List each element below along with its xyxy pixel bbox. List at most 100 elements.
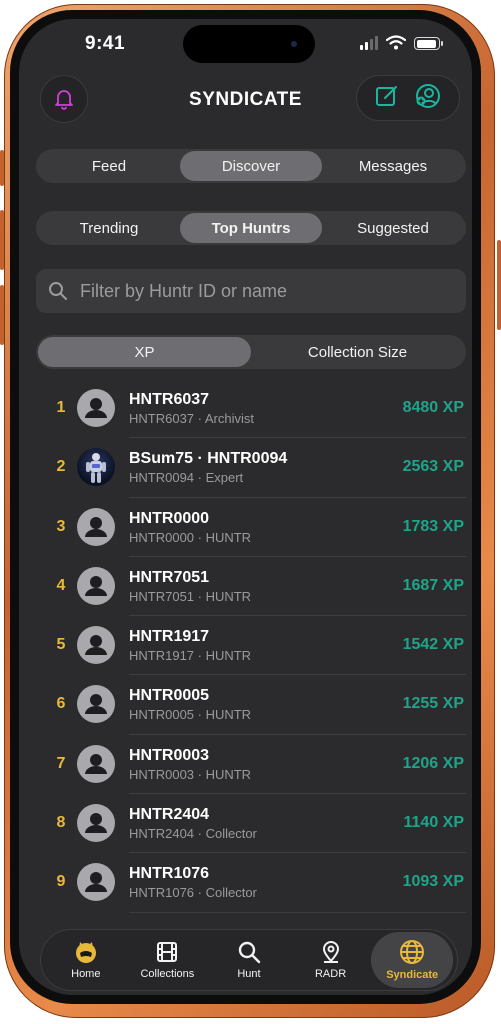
- status-icons: [360, 35, 443, 50]
- tab-collections[interactable]: Collections: [127, 932, 209, 988]
- leaderboard-row[interactable]: 5 HNTR1917 HNTR1917 · HUNTR 1542 XP: [19, 616, 472, 676]
- avatar[interactable]: [77, 804, 115, 843]
- leaderboard-row[interactable]: 2 BSum75 · HNTR0094 HNTR0094 · Expert 2563 …: [19, 438, 472, 498]
- tab-home[interactable]: Home: [45, 932, 127, 988]
- side-button-volume-down: [0, 285, 4, 345]
- huntr-name: HNTR0003: [129, 746, 210, 764]
- leaderboard-row[interactable]: 6 HNTR0005 HNTR0005 · HUNTR 1255 XP: [19, 675, 472, 736]
- avatar[interactable]: [77, 863, 115, 902]
- location-pin-icon: [322, 941, 339, 963]
- primary-tabs: Feed Discover Messages: [36, 149, 466, 183]
- tab-radr-label: RADR: [314, 968, 347, 980]
- avatar[interactable]: [77, 685, 115, 724]
- huntr-name: HNTR1076: [129, 865, 210, 883]
- rank-number: 5: [56, 636, 66, 654]
- huntr-name: HNTR7051: [129, 568, 210, 586]
- sort-xp[interactable]: XP: [38, 337, 251, 367]
- search-icon: [238, 941, 261, 964]
- avatar[interactable]: [77, 566, 115, 605]
- rank-number: 9: [56, 873, 66, 891]
- status-time: 9:41: [85, 33, 126, 54]
- side-button-action: [0, 150, 4, 186]
- huntr-name: HNTR1917: [129, 628, 210, 646]
- battery-icon: [414, 37, 443, 50]
- tab-syndicate[interactable]: Syndicate: [371, 932, 453, 988]
- xp-value: 1542 XP: [402, 636, 464, 654]
- xp-value: 1206 XP: [402, 754, 464, 772]
- leaderboard-row[interactable]: 8 HNTR2404 HNTR2404 · Collector 1140 XP: [19, 794, 472, 854]
- side-button-power: [497, 240, 501, 330]
- user-avatar-icon: [85, 398, 107, 418]
- sort-tabs: XP Collection Size: [36, 335, 466, 369]
- rank-number: 8: [56, 814, 66, 832]
- tab-feed[interactable]: Feed: [38, 151, 180, 181]
- xp-value: 1783 XP: [402, 517, 464, 535]
- rank-number: 7: [56, 754, 66, 772]
- xp-value: 2563 XP: [402, 458, 464, 476]
- avatar[interactable]: [77, 507, 115, 546]
- tab-home-label: Home: [71, 968, 101, 980]
- huntr-subtitle: HNTR0094 · Expert: [129, 470, 244, 486]
- globe-icon: [400, 940, 425, 964]
- search-icon: [49, 282, 67, 300]
- leaderboard-row[interactable]: 3 HNTR0000 HNTR0000 · HUNTR 1783 XP: [19, 498, 472, 558]
- xp-value: 8480 XP: [402, 399, 464, 416]
- huntr-subtitle: HNTR7051 · HUNTR: [129, 588, 252, 604]
- avatar[interactable]: [77, 389, 115, 427]
- search-input[interactable]: [78, 279, 442, 303]
- sort-collection-size[interactable]: Collection Size: [251, 337, 464, 367]
- huntr-name: BSum75 · HNTR0094: [129, 450, 288, 468]
- xp-value: 1255 XP: [402, 695, 464, 713]
- rank-number: 4: [56, 576, 66, 594]
- compose-button[interactable]: [374, 83, 400, 114]
- tab-messages[interactable]: Messages: [322, 151, 464, 181]
- user-avatar-icon: [85, 813, 107, 834]
- film-frame-icon: [157, 942, 178, 962]
- user-avatar-icon: [85, 635, 107, 656]
- cellular-signal-icon: [360, 36, 378, 50]
- huntr-subtitle: HNTR6037 · Archivist: [129, 411, 254, 426]
- huntr-subtitle: HNTR0000 · HUNTR: [129, 529, 252, 545]
- user-avatar-icon: [85, 694, 107, 715]
- huntr-name: HNTR0000: [129, 509, 210, 527]
- huntr-subtitle: HNTR0003 · HUNTR: [129, 766, 252, 782]
- camera-dot: [291, 41, 297, 47]
- rank-number: 1: [56, 399, 66, 416]
- xp-value: 1140 XP: [403, 814, 465, 832]
- tab-hunt[interactable]: Hunt: [208, 932, 290, 988]
- huntr-name: HNTR0005: [129, 687, 210, 705]
- rank-number: 2: [56, 458, 66, 476]
- leaderboard-row[interactable]: 4 HNTR7051 HNTR7051 · HUNTR 1687 XP: [19, 557, 472, 617]
- leaderboard-row[interactable]: 9 HNTR1076 HNTR1076 · Collector 1093 XP: [19, 853, 472, 913]
- huntr-subtitle: HNTR1917 · HUNTR: [129, 648, 252, 664]
- tab-trending[interactable]: Trending: [38, 213, 180, 243]
- tab-syndicate-label: Syndicate: [386, 969, 439, 981]
- tab-hunt-label: Hunt: [237, 968, 261, 980]
- leaderboard-row[interactable]: 1 HNTR6037 HNTR6037 · Archivist 8480 XP: [19, 379, 472, 439]
- huntr-subtitle: HNTR1076 · Collector: [129, 885, 257, 901]
- huntr-name: HNTR6037: [129, 391, 210, 408]
- huntr-subtitle: HNTR0005 · HUNTR: [129, 707, 252, 723]
- side-button-volume-up: [0, 210, 4, 270]
- user-avatar-icon: [85, 753, 107, 774]
- tab-suggested[interactable]: Suggested: [322, 213, 464, 243]
- dynamic-island: [183, 25, 315, 63]
- tab-radr[interactable]: RADR: [290, 932, 372, 988]
- user-avatar-icon: [85, 872, 107, 893]
- avatar[interactable]: [77, 626, 115, 665]
- add-user-icon: [416, 83, 440, 108]
- user-avatar-icon: [85, 516, 107, 537]
- leaderboard-row[interactable]: 7 HNTR0003 HNTR0003 · HUNTR 1206 XP: [19, 735, 472, 795]
- header-actions: [356, 75, 460, 121]
- add-friend-button[interactable]: [414, 82, 442, 115]
- avatar[interactable]: [77, 744, 115, 783]
- cat-face-icon: [75, 942, 96, 963]
- xp-value: 1687 XP: [402, 576, 464, 594]
- discover-tabs: Trending Top Huntrs Suggested: [36, 211, 466, 245]
- tab-discover[interactable]: Discover: [180, 151, 322, 181]
- robot-avatar-icon: [86, 453, 106, 484]
- rank-number: 3: [56, 517, 66, 535]
- tab-top-huntrs[interactable]: Top Huntrs: [180, 213, 322, 243]
- avatar[interactable]: [77, 448, 115, 487]
- wifi-icon: [386, 35, 406, 50]
